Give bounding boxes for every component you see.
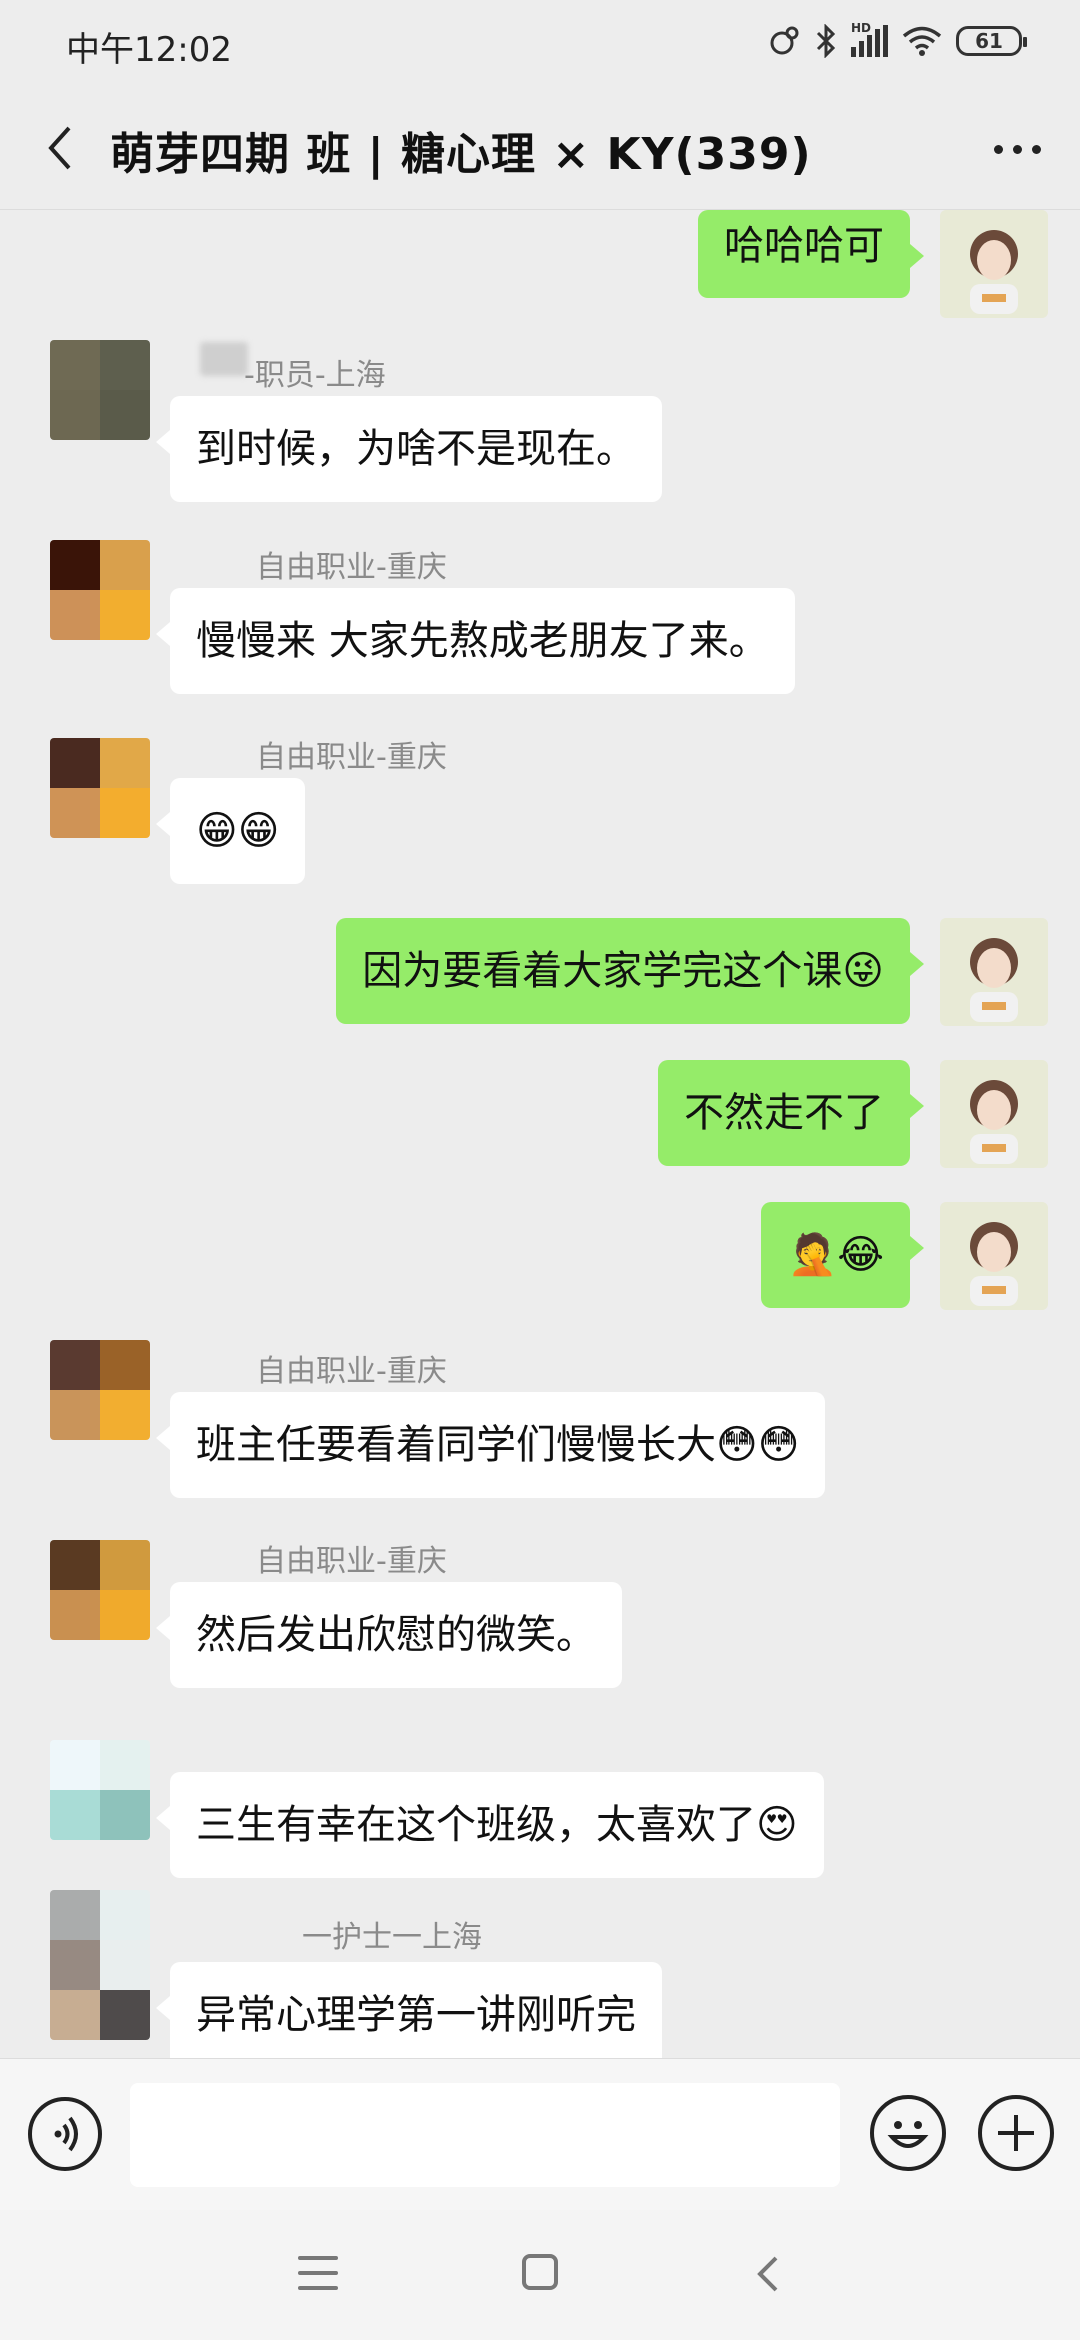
sender-avatar[interactable] [50,1340,150,1440]
home-button[interactable] [522,2254,558,2290]
wifi-icon [902,26,942,56]
chat-header: 萌芽四期 班 | 糖心理 × KY(339) [0,88,1080,210]
voice-icon [54,2116,78,2152]
sender-name: 一护士一上海 [302,1920,482,1955]
plus-icon [998,2115,1034,2151]
voice-button[interactable] [28,2097,102,2171]
status-bar: 中午12:02 HD 61 [0,0,1080,88]
emoji-button[interactable] [870,2095,946,2171]
message-bubble-out[interactable]: 🤦😂 [761,1202,924,1308]
sender-avatar[interactable] [50,340,150,440]
my-avatar[interactable] [940,1202,1048,1310]
chevron-left-icon [48,126,71,170]
sender-name: 自由职业-重庆 [256,1354,447,1389]
message-bubble-in[interactable]: 班主任要看着同学们慢慢长大😳😳 [155,1392,826,1498]
chat-title: 萌芽四期 班 | 糖心理 × KY(339) [110,129,812,180]
my-avatar[interactable] [940,210,1048,318]
status-icons: HD 61 [767,21,1027,58]
chevron-left-icon [757,2256,778,2292]
message-bubble-in[interactable]: 三生有幸在这个班级，太喜欢了😍 [156,1772,824,1878]
recent-apps-button[interactable] [298,2256,338,2290]
message-bubble-in[interactable]: 到时候，为啥不是现在。 [156,396,662,502]
my-avatar[interactable] [940,1060,1048,1168]
plus-button[interactable] [978,2095,1054,2171]
message-bubble-out[interactable]: 不然走不了 [658,1060,924,1166]
message-input[interactable] [130,2083,840,2187]
message-bubble-in[interactable]: 异常心理学第一讲刚听完 [156,1962,662,2058]
sender-name: 自由职业-重庆 [256,550,447,585]
battery-indicator: 61 [956,26,1027,56]
sender-name: 自由职业-重庆 [256,1544,447,1579]
input-bar [0,2058,1080,2210]
smiley-icon [887,2121,929,2148]
back-button[interactable] [30,118,90,178]
alarm-icon [770,26,799,55]
system-back-button[interactable] [748,2252,788,2296]
message-bubble-out[interactable]: 哈哈哈可 [698,210,924,298]
more-button[interactable] [984,116,1050,182]
message-bubble-in[interactable]: 然后发出欣慰的微笑。 [156,1582,622,1688]
sender-avatar[interactable] [50,1890,150,2040]
bluetooth-icon [816,24,836,58]
system-nav-bar [0,2210,1080,2340]
message-bubble-out[interactable]: 因为要看着大家学完这个课😜 [336,918,924,1024]
sender-avatar[interactable] [50,540,150,640]
more-dots-icon [993,144,1003,154]
sender-avatar[interactable] [50,1740,150,1840]
message-bubble-in[interactable]: 😁😁 [155,778,306,884]
hd-label: HD [851,21,872,35]
status-time: 中午12:02 [66,30,232,70]
sender-name: -职员-上海 [244,358,386,393]
message-bubble-in[interactable]: 慢慢来 大家先熬成老朋友了来。 [156,588,795,694]
sender-name-blurred [200,342,248,376]
chat-list[interactable]: 哈哈哈可 -职员-上海 到时候，为啥不是现在。 自由职业-重庆 慢慢来 大家先熬… [0,210,1080,2058]
sender-avatar[interactable] [50,738,150,838]
signal-icon: HD [851,21,888,57]
my-avatar[interactable] [940,918,1048,1026]
sender-avatar[interactable] [50,1540,150,1640]
sender-name: 自由职业-重庆 [256,740,447,775]
